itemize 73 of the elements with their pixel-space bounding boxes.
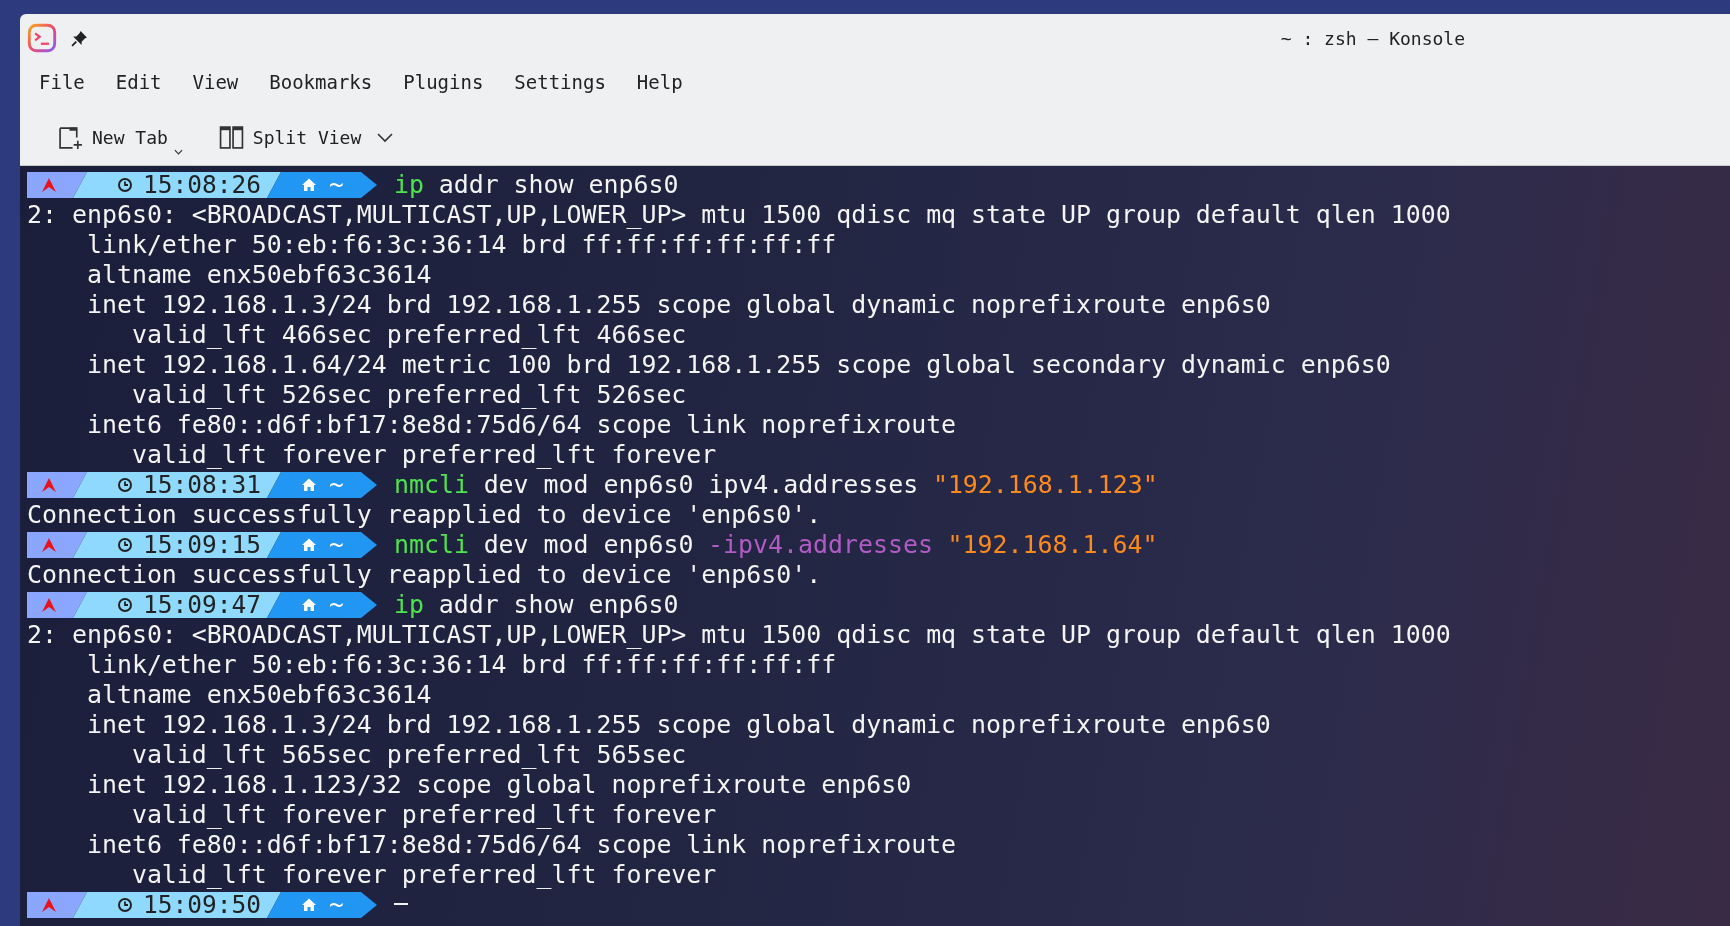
clock-icon bbox=[117, 537, 133, 553]
command-text: nmcli bbox=[394, 470, 469, 500]
menu-item[interactable]: Edit bbox=[106, 67, 171, 97]
home-icon bbox=[301, 177, 317, 193]
output-line: valid_lft 466sec preferred_lft 466sec bbox=[130, 320, 687, 350]
output-line: altname enx50ebf63c3614 bbox=[85, 260, 432, 290]
prompt-directory: ~ bbox=[329, 892, 344, 918]
command-text: -ipv4.addresses bbox=[708, 530, 933, 560]
output-line: 2: enp6s0: <BROADCAST,MULTICAST,UP,LOWER_UP> mtu 1500 qdisc mq state UP group default qlen 1000 bbox=[27, 200, 1451, 230]
menu-item[interactable]: View bbox=[183, 67, 248, 97]
pin-icon[interactable] bbox=[71, 29, 88, 47]
prompt-directory: ~ bbox=[329, 592, 344, 618]
command-text: dev mod enp6s0 ipv4.addresses bbox=[483, 470, 919, 500]
command-text: "192.168.1.123" bbox=[932, 470, 1158, 500]
new-tab-icon bbox=[58, 125, 83, 150]
output-line: Connection successfully reapplied to device 'enp6s0'. bbox=[27, 560, 822, 590]
prompt-time: 15:08:26 bbox=[143, 172, 261, 198]
output-line: inet6 fe80::d6f:bf17:8e8d:75d6/64 scope link noprefixroute bbox=[85, 410, 957, 440]
home-icon bbox=[301, 537, 317, 553]
home-icon bbox=[301, 597, 317, 613]
menu-item[interactable]: Plugins bbox=[394, 67, 493, 97]
output-line: inet 192.168.1.64/24 metric 100 brd 192.168.1.255 scope global secondary dynamic enp6s0 bbox=[85, 350, 1391, 380]
caret-icon[interactable] bbox=[173, 149, 183, 155]
output-line: valid_lft forever preferred_lft forever bbox=[130, 860, 717, 890]
prompt-time: 15:09:15 bbox=[143, 532, 261, 558]
output-line: inet6 fe80::d6f:bf17:8e8d:75d6/64 scope link noprefixroute bbox=[85, 830, 957, 860]
command-text: dev mod enp6s0 bbox=[483, 530, 694, 560]
output-line: valid_lft forever preferred_lft forever bbox=[130, 800, 717, 830]
prompt-time: 15:09:50 bbox=[143, 892, 261, 918]
app-icon bbox=[27, 23, 57, 53]
menu-item[interactable]: File bbox=[30, 67, 94, 97]
command-text: addr show enp6s0 bbox=[438, 170, 679, 200]
output-line: Connection successfully reapplied to device 'enp6s0'. bbox=[27, 500, 822, 530]
menu-item[interactable]: Settings bbox=[505, 67, 615, 97]
arch-logo-icon bbox=[41, 597, 57, 613]
home-icon bbox=[301, 897, 317, 913]
clock-icon bbox=[117, 597, 133, 613]
output-line: valid_lft 526sec preferred_lft 526sec bbox=[130, 380, 687, 410]
prompt-directory: ~ bbox=[329, 472, 344, 498]
clock-icon bbox=[117, 897, 133, 913]
prompt-directory: ~ bbox=[329, 532, 344, 558]
split-view-button[interactable]: Split View bbox=[212, 121, 368, 154]
clock-icon bbox=[117, 477, 133, 493]
new-tab-button[interactable]: New Tab bbox=[52, 121, 174, 154]
arch-logo-icon bbox=[41, 177, 57, 193]
prompt-time: 15:08:31 bbox=[143, 472, 261, 498]
output-line: link/ether 50:eb:f6:3c:36:14 brd ff:ff:ff:ff:ff:ff bbox=[85, 230, 837, 260]
output-line: inet 192.168.1.3/24 brd 192.168.1.255 scope global dynamic noprefixroute enp6s0 bbox=[85, 710, 1271, 740]
menu-item[interactable]: Bookmarks bbox=[260, 67, 382, 97]
terminal-area[interactable] bbox=[20, 166, 1730, 926]
menu-item[interactable]: Help bbox=[627, 67, 692, 97]
chevron-down-icon[interactable] bbox=[377, 132, 394, 143]
output-line: link/ether 50:eb:f6:3c:36:14 brd ff:ff:ff:ff:ff:ff bbox=[85, 650, 837, 680]
split-view-icon bbox=[218, 125, 244, 150]
output-line: inet 192.168.1.123/32 scope global noprefixroute enp6s0 bbox=[85, 770, 912, 800]
arch-logo-icon bbox=[41, 537, 57, 553]
arch-logo-icon bbox=[41, 477, 57, 493]
prompt-time: 15:09:47 bbox=[143, 592, 261, 618]
output-line: altname enx50ebf63c3614 bbox=[85, 680, 432, 710]
output-line: 2: enp6s0: <BROADCAST,MULTICAST,UP,LOWER_UP> mtu 1500 qdisc mq state UP group default qlen 1000 bbox=[27, 620, 1451, 650]
arch-logo-icon bbox=[41, 897, 57, 913]
output-line: inet 192.168.1.3/24 brd 192.168.1.255 scope global dynamic noprefixroute enp6s0 bbox=[85, 290, 1271, 320]
home-icon bbox=[301, 477, 317, 493]
output-line: valid_lft forever preferred_lft forever bbox=[130, 440, 717, 470]
output-line: valid_lft 565sec preferred_lft 565sec bbox=[130, 740, 687, 770]
command-text: nmcli bbox=[394, 530, 469, 560]
command-text: addr show enp6s0 bbox=[438, 590, 679, 620]
prompt-directory: ~ bbox=[329, 172, 344, 198]
command-text: ip bbox=[394, 590, 424, 620]
window-title: ~ : zsh — Konsole bbox=[1280, 27, 1465, 49]
command-text: ip bbox=[394, 170, 424, 200]
command-text: "192.168.1.64" bbox=[947, 530, 1158, 560]
clock-icon bbox=[117, 177, 133, 193]
